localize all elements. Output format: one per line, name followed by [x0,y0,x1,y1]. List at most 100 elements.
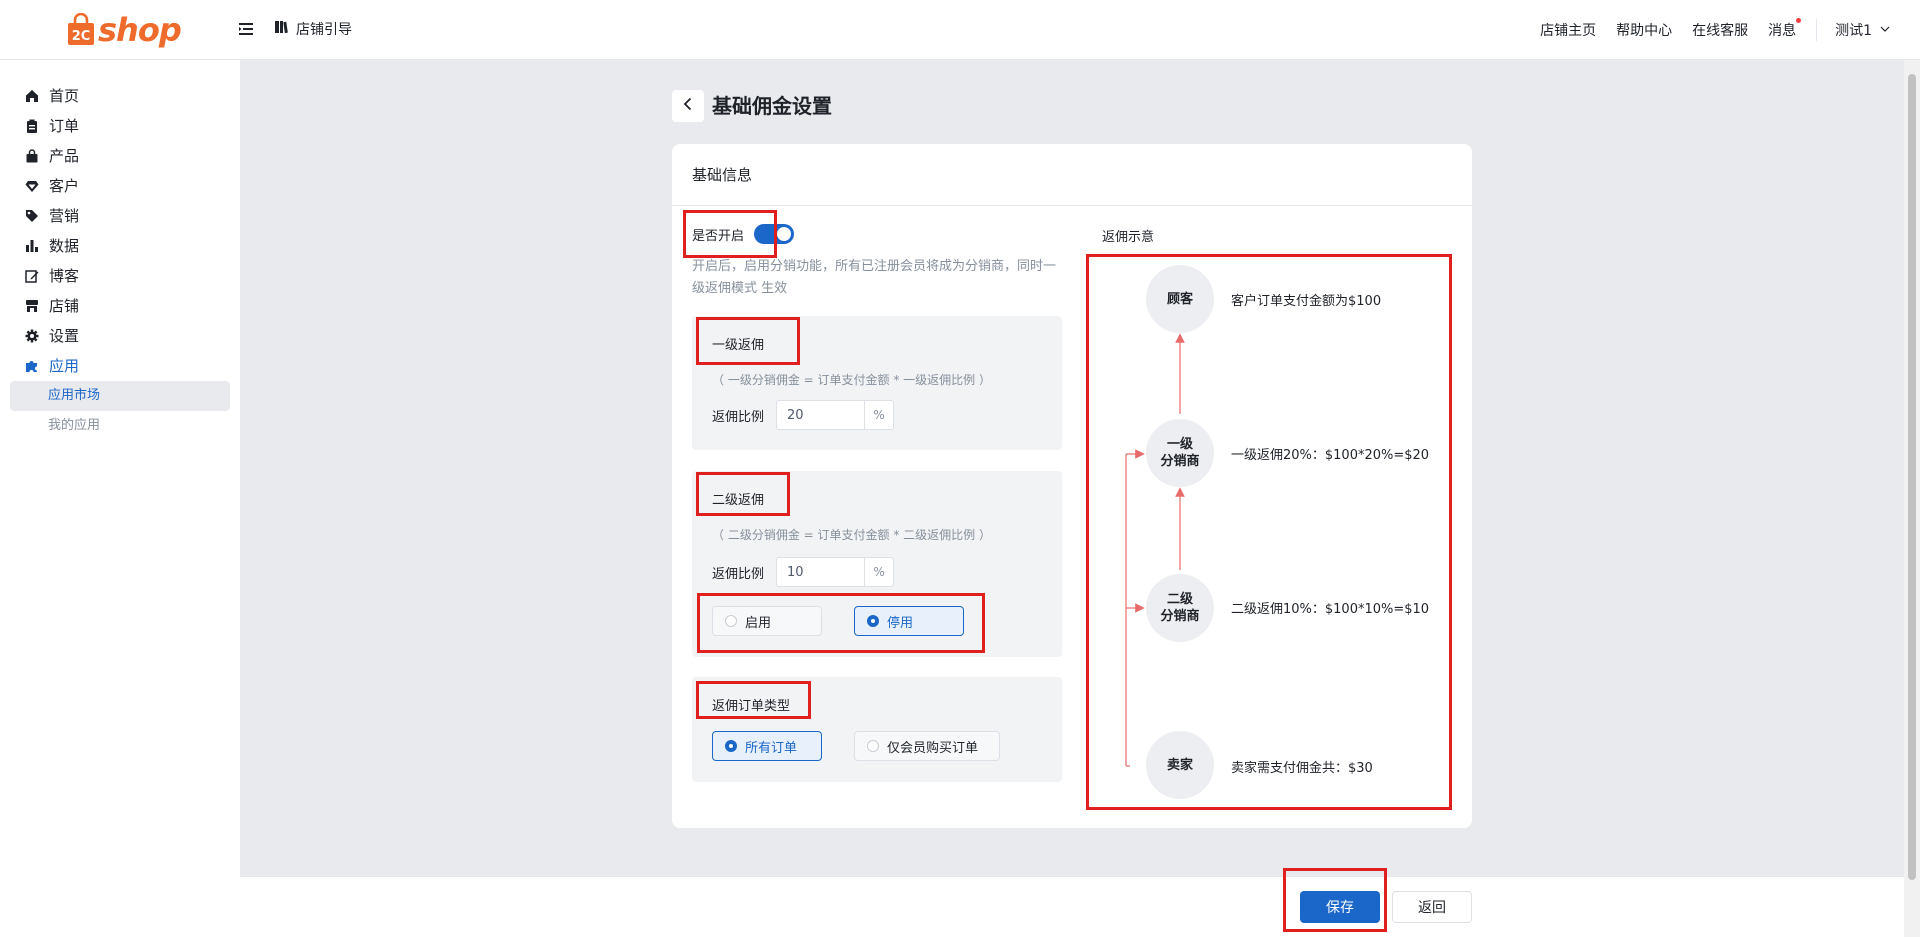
sidebar-item-orders[interactable]: 订单 [24,115,79,136]
scrollbar-thumb[interactable] [1908,74,1916,880]
page-title: 基础佣金设置 [712,94,832,118]
chevron-down-icon [1880,22,1890,38]
diamond-icon [24,178,39,193]
level2-title: 二级返佣 [712,493,765,508]
sidebar-item-store[interactable]: 店铺 [24,295,79,316]
sidebar-item-settings[interactable]: 设置 [24,325,79,346]
logo[interactable]: 2C shop [66,11,182,49]
gear-icon [24,328,39,343]
bar-chart-icon [24,238,39,253]
radio-label: 仅会员购买订单 [887,740,979,756]
level2-rate-unit: % [864,557,895,587]
order-type-all-radio[interactable]: 所有订单 [712,731,822,761]
user-name: 测试1 [1835,23,1872,39]
bag-icon [24,148,39,163]
user-menu[interactable]: 测试1 [1835,20,1890,40]
chevron-left-icon [681,97,695,115]
sidebar-subitem-app-market[interactable]: 应用市场 [10,381,230,411]
logo-text: shop [98,11,182,49]
sidebar-item-data[interactable]: 数据 [24,235,79,256]
level2-rate-row: 返佣比例 % [712,557,895,587]
sidebar-item-label: 店铺 [49,297,80,315]
level2-disable-radio[interactable]: 停用 [854,606,964,636]
sidebar-item-home[interactable]: 首页 [24,85,79,106]
level1-rate-label: 返佣比例 [712,409,765,425]
order-type-title: 返佣订单类型 [712,699,791,714]
enable-toggle[interactable] [754,224,795,244]
radio-label: 所有订单 [745,740,798,756]
sidebar-item-label: 博客 [49,267,80,285]
card-title: 基础信息 [692,166,753,184]
diagram-connectors [1125,333,1185,767]
radio-label: 停用 [887,615,914,631]
level1-desc: 一级返佣20%：$100*20%=$20 [1231,448,1430,463]
enable-description: 开启后，启用分销功能，所有已注册会员将成为分销商，同时一级返佣模式 生效 [692,259,1057,296]
level2-formula: （ 二级分销佣金 = 订单支付金额 * 二级返佣比例 ） [712,528,991,542]
store-guide-link[interactable]: 店铺引导 [274,19,352,39]
sidebar-item-label: 首页 [49,87,80,105]
back-button[interactable] [672,90,704,122]
top-bar: 2C shop 店铺引导 店铺主页 帮助中心 在线客服 消息 测试1 [0,0,1920,60]
node-label: 卖家 [1166,757,1193,773]
sidebar-item-products[interactable]: 产品 [24,145,79,166]
seller-node: 卖家 [1146,731,1214,799]
top-right-nav: 店铺主页 帮助中心 在线客服 消息 测试1 [1520,0,1890,60]
level1-rate-input[interactable] [776,400,865,430]
sidebar-subitem-my-apps[interactable]: 我的应用 [10,411,230,441]
clipboard-icon [24,118,39,133]
radio-dot [867,740,879,752]
radio-dot [725,615,737,627]
tag-icon [24,208,39,223]
messages-label: 消息 [1768,23,1797,39]
book-icon [274,20,288,38]
commission-diagram: 顾客 客户订单支付金额为$100 一级 分销商 一级返佣20%：$100*20%… [1086,254,1452,810]
node-label: 分销商 [1160,609,1200,624]
sidebar-item-customers[interactable]: 客户 [24,175,79,196]
sidebar-item-apps[interactable]: 应用 [24,355,79,376]
seller-desc: 卖家需支付佣金共：$30 [1231,761,1373,776]
sidebar-item-blog[interactable]: 博客 [24,265,79,286]
level2-distributor-node: 二级 分销商 [1146,574,1214,642]
store-icon [24,298,39,313]
scrollbar[interactable] [1904,60,1920,937]
level1-rate-unit: % [864,400,895,430]
sidebar-item-label: 设置 [49,327,80,345]
messages-link[interactable]: 消息 [1768,18,1802,40]
home-icon [24,88,39,103]
sidebar-item-marketing[interactable]: 营销 [24,205,79,226]
return-button[interactable]: 返回 [1392,891,1472,923]
level1-rate-row: 返佣比例 % [712,400,895,430]
customer-desc: 客户订单支付金额为$100 [1231,294,1382,309]
help-center-link[interactable]: 帮助中心 [1616,20,1672,40]
footer-bar [240,876,1904,937]
puzzle-icon [24,358,39,373]
level1-formula: （ 一级分销佣金 = 订单支付金额 * 一级返佣比例 ） [712,373,991,387]
sidebar: 首页 订单 产品 客户 营销 数据 博客 店铺 设置 应用 应用市场 我的应用 [0,60,240,937]
sidebar-item-label: 订单 [49,117,80,135]
node-label: 分销商 [1160,454,1200,469]
radio-label: 启用 [745,615,772,631]
enable-label: 是否开启 [692,228,745,244]
save-button[interactable]: 保存 [1300,891,1380,923]
level2-desc: 二级返佣10%：$100*10%=$10 [1231,602,1430,617]
sidebar-item-label: 客户 [49,177,80,195]
radio-dot [725,740,737,752]
order-type-panel: 返佣订单类型 [692,677,1062,782]
node-label: 一级 [1166,437,1193,452]
level2-rate-input[interactable] [776,557,865,587]
radio-dot [867,615,879,627]
store-guide-label: 店铺引导 [296,22,352,38]
order-type-member-radio[interactable]: 仅会员购买订单 [854,731,1000,761]
edit-icon [24,268,39,283]
node-label: 顾客 [1166,291,1193,307]
sidebar-item-label: 数据 [49,237,80,255]
level2-rate-label: 返佣比例 [712,566,765,582]
online-support-link[interactable]: 在线客服 [1692,20,1748,40]
level2-enable-radio[interactable]: 启用 [712,606,822,636]
menu-toggle-icon[interactable] [238,21,254,37]
store-home-link[interactable]: 店铺主页 [1540,20,1596,40]
sidebar-item-label: 产品 [49,147,80,165]
diagram-title: 返佣示意 [1102,230,1155,245]
card-header: 基础信息 [672,144,1472,206]
customer-node: 顾客 [1146,265,1214,333]
